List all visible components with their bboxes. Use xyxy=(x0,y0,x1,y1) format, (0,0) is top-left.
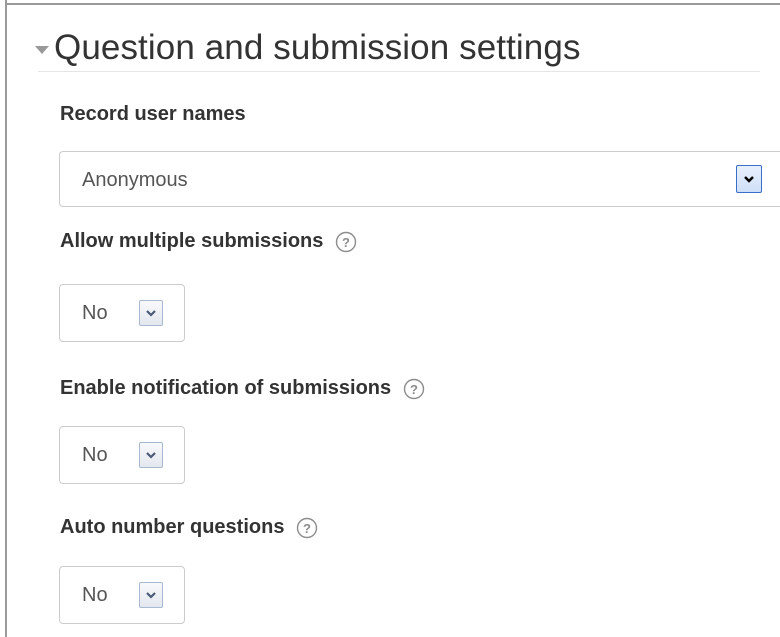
record-user-names-select[interactable]: Anonymous xyxy=(59,151,780,207)
allow-multiple-submissions-select[interactable]: No xyxy=(59,284,185,342)
section-divider xyxy=(38,71,760,72)
enable-notification-label-row: Enable notification of submissions ? xyxy=(60,377,425,400)
record-user-names-value: Anonymous xyxy=(82,169,188,191)
section-title[interactable]: Question and submission settings xyxy=(54,28,581,68)
enable-notification-select[interactable]: No xyxy=(59,426,185,484)
auto-number-questions-label: Auto number questions xyxy=(60,516,285,538)
chevron-down-icon xyxy=(744,176,754,183)
chevron-down-icon[interactable] xyxy=(34,43,50,57)
chevron-down-icon xyxy=(146,592,156,599)
svg-text:?: ? xyxy=(303,521,311,536)
enable-notification-value: No xyxy=(82,444,108,466)
record-user-names-dropdown-button[interactable] xyxy=(736,165,762,193)
auto-number-questions-select[interactable]: No xyxy=(59,566,185,624)
allow-multiple-submissions-label-row: Allow multiple submissions ? xyxy=(60,230,357,253)
svg-text:?: ? xyxy=(410,382,418,397)
settings-page: Question and submission settings Record … xyxy=(0,0,780,637)
help-icon[interactable]: ? xyxy=(403,378,425,400)
record-user-names-label: Record user names xyxy=(60,103,246,125)
allow-multiple-submissions-value: No xyxy=(82,302,108,324)
chevron-down-icon xyxy=(146,452,156,459)
allow-multiple-submissions-label: Allow multiple submissions xyxy=(60,230,324,252)
auto-number-questions-dropdown-button[interactable] xyxy=(139,582,163,608)
auto-number-questions-label-row: Auto number questions ? xyxy=(60,516,318,539)
svg-text:?: ? xyxy=(342,235,350,250)
help-icon[interactable]: ? xyxy=(296,517,318,539)
window-left-border xyxy=(0,0,7,637)
allow-multiple-submissions-dropdown-button[interactable] xyxy=(139,300,163,326)
enable-notification-dropdown-button[interactable] xyxy=(139,442,163,468)
window-top-border xyxy=(0,0,780,5)
auto-number-questions-value: No xyxy=(82,584,108,606)
record-user-names-label-row: Record user names xyxy=(60,103,246,126)
help-icon[interactable]: ? xyxy=(335,231,357,253)
chevron-down-icon xyxy=(146,310,156,317)
enable-notification-label: Enable notification of submissions xyxy=(60,377,392,399)
